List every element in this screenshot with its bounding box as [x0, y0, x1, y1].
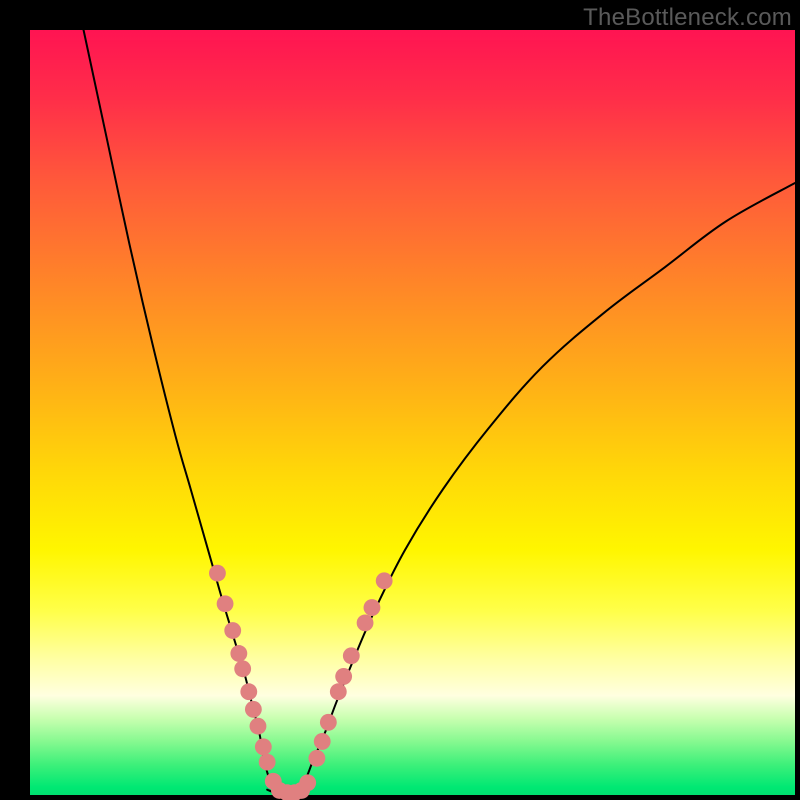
data-marker: [308, 750, 325, 767]
data-marker: [259, 754, 276, 771]
data-marker: [314, 733, 331, 750]
data-marker: [376, 572, 393, 589]
chart-svg: [30, 30, 795, 795]
data-marker: [217, 595, 234, 612]
curve-layer: [84, 30, 795, 794]
data-marker: [364, 599, 381, 616]
data-marker: [335, 668, 352, 685]
data-marker: [245, 701, 262, 718]
chart-frame: TheBottleneck.com: [0, 0, 800, 800]
data-marker: [230, 645, 247, 662]
data-marker: [234, 660, 251, 677]
data-marker: [224, 622, 241, 639]
data-marker: [343, 647, 360, 664]
marker-layer: [209, 565, 393, 800]
data-marker: [299, 774, 316, 791]
data-marker: [250, 718, 267, 735]
data-marker: [255, 738, 272, 755]
plot-area: [30, 30, 795, 795]
data-marker: [209, 565, 226, 582]
data-marker: [320, 714, 337, 731]
curve-curve-left: [84, 30, 275, 791]
data-marker: [330, 683, 347, 700]
watermark-text: TheBottleneck.com: [583, 4, 792, 32]
data-marker: [240, 683, 257, 700]
data-marker: [357, 614, 374, 631]
curve-curve-right: [298, 183, 795, 791]
